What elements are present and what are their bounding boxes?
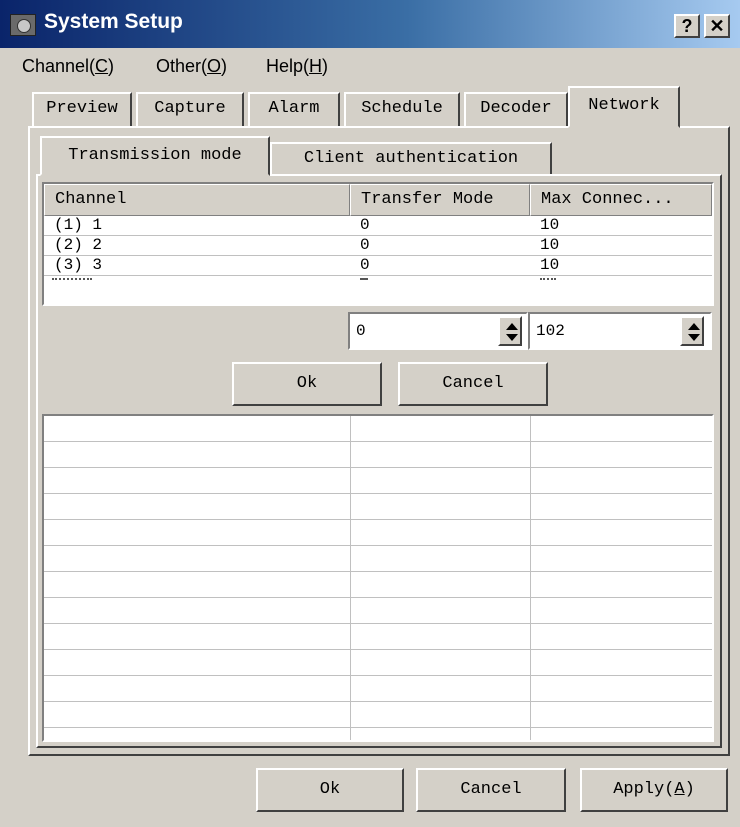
- help-button[interactable]: ?: [674, 14, 700, 38]
- menu-bar: Channel(C) Other(O) Help(H): [0, 48, 740, 84]
- tab-network[interactable]: Network: [568, 86, 680, 128]
- cancel-button[interactable]: Cancel: [416, 768, 566, 812]
- empty-grid[interactable]: [42, 414, 714, 742]
- header-max-connections[interactable]: Max Connec...: [530, 184, 712, 216]
- cell-transfer-mode: 0: [360, 256, 370, 274]
- header-channel[interactable]: Channel: [44, 184, 350, 216]
- cell-transfer-mode: 0: [360, 216, 370, 234]
- tab-capture[interactable]: Capture: [136, 92, 244, 128]
- spin-arrows-icon[interactable]: [498, 316, 522, 346]
- cell-channel: (3) 3: [54, 256, 103, 274]
- max-connections-value[interactable]: 102: [536, 322, 565, 340]
- tab-alarm[interactable]: Alarm: [248, 92, 340, 128]
- tab-preview[interactable]: Preview: [32, 92, 132, 128]
- table-row[interactable]: (2) 2 0 10: [44, 236, 712, 256]
- table-row[interactable]: (3) 3 0 10: [44, 256, 712, 276]
- cell-channel: (1) 1: [54, 216, 103, 234]
- apply-button[interactable]: Apply(A): [580, 768, 728, 812]
- ok-button[interactable]: Ok: [256, 768, 404, 812]
- menu-channel[interactable]: Channel(C): [22, 56, 114, 77]
- inner-ok-button[interactable]: Ok: [232, 362, 382, 406]
- tab-client-authentication[interactable]: Client authentication: [270, 142, 552, 178]
- menu-other[interactable]: Other(O): [156, 56, 227, 77]
- cell-transfer-mode: 0: [360, 236, 370, 254]
- transfer-mode-spinbox[interactable]: 0: [348, 312, 528, 350]
- cell-channel: (2) 2: [54, 236, 103, 254]
- channel-table[interactable]: Channel Transfer Mode Max Connec... (1) …: [42, 182, 714, 306]
- app-icon: [10, 14, 36, 36]
- close-button[interactable]: ✕: [704, 14, 730, 38]
- cell-max-connections: 10: [540, 236, 560, 254]
- window-title: System Setup: [44, 10, 183, 33]
- inner-cancel-button[interactable]: Cancel: [398, 362, 548, 406]
- header-transfer-mode[interactable]: Transfer Mode: [350, 184, 530, 216]
- tab-decoder[interactable]: Decoder: [464, 92, 568, 128]
- tab-schedule[interactable]: Schedule: [344, 92, 460, 128]
- title-bar[interactable]: System Setup ? ✕: [0, 0, 740, 48]
- table-row[interactable]: (1) 1 0 10: [44, 216, 712, 236]
- spin-arrows-icon[interactable]: [680, 316, 704, 346]
- cell-max-connections: 10: [540, 216, 560, 234]
- menu-help[interactable]: Help(H): [266, 56, 328, 77]
- cell-max-connections: 10: [540, 256, 560, 274]
- tab-transmission-mode[interactable]: Transmission mode: [40, 136, 270, 176]
- transfer-mode-value[interactable]: 0: [356, 322, 366, 340]
- table-row-partial[interactable]: [44, 276, 712, 296]
- max-connections-spinbox[interactable]: 102: [528, 312, 712, 350]
